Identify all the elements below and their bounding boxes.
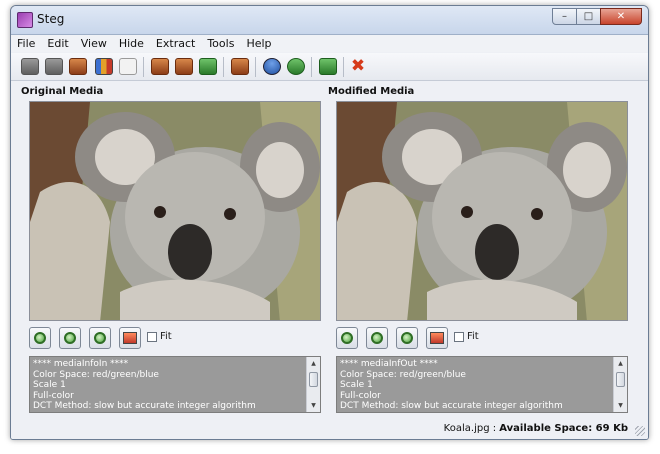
info-line: **** mediaInfOut **** (340, 359, 438, 369)
package-icon[interactable] (231, 58, 249, 75)
view-image-button[interactable] (119, 327, 141, 349)
info-line: Color Space: red/green/blue (33, 369, 159, 380)
info-line: **** mediaInfoIn **** (33, 359, 129, 369)
delete-icon[interactable]: ✖ (349, 58, 367, 75)
steg-window: Steg – □ ✕ File Edit View Hide Extract T… (10, 5, 649, 440)
zoom-in-button[interactable] (336, 327, 358, 349)
original-media-label: Original Media (21, 86, 104, 97)
fit-label: Fit (467, 331, 479, 342)
zoom-out-button[interactable] (366, 327, 388, 349)
koala-photo (30, 102, 320, 320)
status-available-space: Available Space: 69 Kb (499, 423, 628, 434)
scroll-thumb[interactable] (309, 372, 318, 387)
menu-tools[interactable]: Tools (207, 37, 234, 50)
zoom-in-icon (34, 332, 46, 344)
modified-info-textbox[interactable]: **** mediaInfOut **** Color Space: red/g… (336, 356, 628, 413)
extract-data-icon[interactable] (175, 58, 193, 75)
original-info-textbox[interactable]: **** mediaInfoIn **** Color Space: red/g… (29, 356, 321, 413)
original-zoom-controls: Fit (29, 327, 229, 349)
title-bar: Steg – □ ✕ (11, 6, 648, 35)
modified-image (336, 101, 628, 321)
status-separator: : (489, 423, 500, 434)
zoom-reset-button[interactable] (89, 327, 111, 349)
zoom-in-icon (341, 332, 353, 344)
info-line: Color Space: red/green/blue (340, 369, 466, 380)
user-icon[interactable] (263, 58, 281, 75)
info-scrollbar[interactable]: ▲ ▼ (306, 357, 320, 412)
save-media-icon[interactable] (45, 58, 63, 75)
save-icon[interactable] (199, 58, 217, 75)
resize-grip-icon[interactable] (635, 426, 645, 436)
maximize-button[interactable]: □ (576, 8, 601, 25)
status-filename: Koala.jpg (443, 423, 490, 434)
scroll-thumb[interactable] (616, 372, 625, 387)
hide-data-icon[interactable] (151, 58, 169, 75)
info-line: Scale 1 (33, 380, 66, 390)
scroll-down-icon[interactable]: ▼ (307, 399, 320, 412)
koala-photo (337, 102, 627, 320)
app-icon (17, 12, 33, 28)
minimize-button[interactable]: – (552, 8, 577, 25)
zoom-in-button[interactable] (29, 327, 51, 349)
menu-help[interactable]: Help (246, 37, 271, 50)
notebook-icon[interactable] (319, 58, 337, 75)
close-button[interactable]: ✕ (600, 8, 642, 25)
fit-checkbox[interactable]: Fit (454, 331, 479, 342)
menu-extract[interactable]: Extract (156, 37, 195, 50)
info-line: DCT Method: slow but accurate integer al… (340, 401, 563, 411)
status-text: Koala.jpg : Available Space: 69 Kb (444, 423, 628, 434)
scroll-down-icon[interactable]: ▼ (614, 399, 627, 412)
zoom-out-icon (64, 332, 76, 344)
menu-hide[interactable]: Hide (119, 37, 144, 50)
menu-view[interactable]: View (81, 37, 107, 50)
info-line: DCT Method: slow but accurate integer al… (33, 401, 256, 411)
original-image (29, 101, 321, 321)
zoom-reset-icon (401, 332, 413, 344)
view-image-button[interactable] (426, 327, 448, 349)
scroll-up-icon[interactable]: ▲ (614, 357, 627, 370)
info-line: Full-color (33, 390, 74, 401)
menu-bar: File Edit View Hide Extract Tools Help (11, 35, 648, 52)
status-bar: Koala.jpg : Available Space: 69 Kb (11, 418, 648, 439)
key-icon[interactable] (287, 58, 305, 75)
toolbar: ✖ (11, 53, 648, 81)
undo-icon[interactable] (119, 58, 137, 75)
info-scrollbar[interactable]: ▲ ▼ (613, 357, 627, 412)
image-icon (430, 332, 444, 344)
image-icon (123, 332, 137, 344)
menu-file[interactable]: File (17, 37, 35, 50)
book-icon[interactable] (69, 58, 87, 75)
info-line: Full-color (340, 390, 381, 401)
window-title: Steg (37, 12, 65, 26)
zoom-out-icon (371, 332, 383, 344)
fit-label: Fit (160, 331, 172, 342)
fit-checkbox[interactable]: Fit (147, 331, 172, 342)
zoom-out-button[interactable] (59, 327, 81, 349)
chart-icon[interactable] (95, 58, 113, 75)
scroll-up-icon[interactable]: ▲ (307, 357, 320, 370)
open-media-icon[interactable] (21, 58, 39, 75)
zoom-reset-icon (94, 332, 106, 344)
menu-edit[interactable]: Edit (47, 37, 68, 50)
modified-zoom-controls: Fit (336, 327, 536, 349)
info-line: Scale 1 (340, 380, 373, 390)
modified-media-label: Modified Media (328, 86, 415, 97)
zoom-reset-button[interactable] (396, 327, 418, 349)
